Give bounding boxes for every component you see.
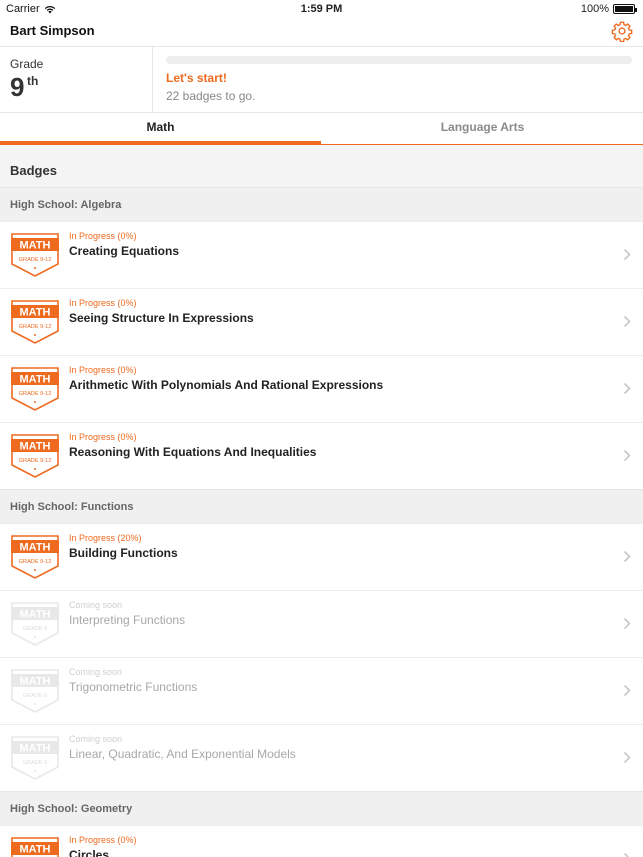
subject-tabs: Math Language Arts xyxy=(0,113,643,145)
clock: 1:59 PM xyxy=(300,3,343,15)
section-header: High School: Functions xyxy=(0,489,643,523)
math-badge-icon: MATH GRADE 9 xyxy=(10,599,60,647)
section-header: High School: Algebra xyxy=(0,187,643,221)
chevron-right-icon xyxy=(623,382,631,395)
svg-text:MATH: MATH xyxy=(20,374,51,386)
svg-text:GRADE 9-12: GRADE 9-12 xyxy=(19,324,52,330)
badge-status: Coming soon xyxy=(69,734,123,744)
badge-status: In Progress (20%) xyxy=(69,533,142,543)
math-badge-icon: MATH GRADE 9-12 xyxy=(10,364,60,412)
badge-title: Linear, Quadratic, And Exponential Model… xyxy=(69,747,296,761)
svg-text:GRADE 9: GRADE 9 xyxy=(23,760,48,766)
svg-text:GRADE 9-12: GRADE 9-12 xyxy=(19,559,52,565)
badge-status: In Progress (0%) xyxy=(69,365,137,375)
svg-text:MATH: MATH xyxy=(20,542,51,554)
badge-title: Building Functions xyxy=(69,546,178,560)
chevron-right-icon xyxy=(623,449,631,462)
badge-title: Circles xyxy=(69,848,110,857)
badge-title: Interpreting Functions xyxy=(69,613,186,627)
svg-text:GRADE 9: GRADE 9 xyxy=(23,693,48,699)
grade-suffix: th xyxy=(27,74,39,88)
badge-row[interactable]: MATH GRADE 9 Coming soon Trigonometric Func… xyxy=(0,657,643,724)
badge-row[interactable]: MATH GRADE 9-12 In Progress (0%) Creating E… xyxy=(0,221,643,288)
badge-status: In Progress (0%) xyxy=(69,231,137,241)
chevron-right-icon xyxy=(623,617,631,630)
start-message: Let's start! xyxy=(166,71,227,85)
grade-box: Grade 9 th xyxy=(0,47,153,113)
chevron-right-icon xyxy=(623,751,631,764)
student-name: Bart Simpson xyxy=(10,23,95,38)
math-badge-icon: MATH GRADE 9-12 xyxy=(10,532,60,580)
badge-title: Seeing Structure In Expressions xyxy=(69,311,254,325)
chevron-right-icon xyxy=(623,684,631,697)
svg-text:MATH: MATH xyxy=(20,240,51,252)
svg-text:GRADE 9-12: GRADE 9-12 xyxy=(19,458,52,464)
badge-row[interactable]: MATH GRADE 9 Coming soon Linear, Quadratic,… xyxy=(0,724,643,791)
badges-heading: Badges xyxy=(0,145,643,187)
grade-label: Grade xyxy=(10,57,44,71)
math-badge-icon: MATH GRADE 9-12 xyxy=(10,230,60,278)
badge-title: Creating Equations xyxy=(69,244,180,258)
app-header: Bart Simpson xyxy=(0,20,643,46)
badge-row[interactable]: MATH GRADE 9-12 In Progress (20%) Building … xyxy=(0,523,643,590)
badge-row[interactable]: MATH GRADE 9 Coming soon Interpreting Funct… xyxy=(0,590,643,657)
svg-text:MATH: MATH xyxy=(20,307,51,319)
chevron-right-icon xyxy=(623,315,631,328)
badge-row[interactable]: MATH GRADE 9-12 In Progress (0%) Seeing Str… xyxy=(0,288,643,355)
grade-value: 9 xyxy=(10,72,25,102)
badge-title: Trigonometric Functions xyxy=(69,680,198,694)
battery-indicator: 100% xyxy=(580,3,637,15)
badge-status: In Progress (0%) xyxy=(69,835,137,845)
badge-row[interactable]: MATH GRADE 9-12 In Progress (0%) Reasoning … xyxy=(0,422,643,489)
math-badge-icon: MATHGRADE 9-12 xyxy=(10,834,60,857)
status-bar: Carrier 1:59 PM 100% xyxy=(0,0,643,20)
badges-list: Badges High School: Algebra MATH GRADE 9-1… xyxy=(0,145,643,857)
section-header: High School: Geometry xyxy=(0,791,643,825)
chevron-right-icon xyxy=(623,248,631,261)
battery-icon xyxy=(613,4,637,14)
battery-percent: 100% xyxy=(580,3,609,15)
tab-language-arts[interactable]: Language Arts xyxy=(322,113,643,144)
badge-status: In Progress (0%) xyxy=(69,298,137,308)
svg-text:MATH: MATH xyxy=(20,743,51,755)
math-badge-icon: MATH GRADE 9 xyxy=(10,733,60,781)
svg-text:MATH: MATH xyxy=(20,441,51,453)
badge-title: Arithmetic With Polynomials And Rational… xyxy=(69,378,384,392)
gear-icon[interactable] xyxy=(611,20,633,42)
svg-text:MATH: MATH xyxy=(20,844,51,856)
math-badge-icon: MATH GRADE 9-12 xyxy=(10,297,60,345)
math-badge-icon: MATH GRADE 9 xyxy=(10,666,60,714)
svg-text:GRADE 9-12: GRADE 9-12 xyxy=(19,391,52,397)
svg-text:GRADE 9: GRADE 9 xyxy=(23,626,48,632)
tab-math[interactable]: Math xyxy=(0,113,321,145)
badge-row[interactable]: MATH GRADE 9-12 In Progress (0%) Arithmetic… xyxy=(0,355,643,422)
svg-text:MATH: MATH xyxy=(20,676,51,688)
badge-status: In Progress (0%) xyxy=(69,432,137,442)
badge-title: Reasoning With Equations And Inequalitie… xyxy=(69,445,317,459)
chevron-right-icon xyxy=(623,852,630,857)
chevron-right-icon xyxy=(623,550,631,563)
svg-text:MATH: MATH xyxy=(20,609,51,621)
math-badge-icon: MATH GRADE 9-12 xyxy=(10,431,60,479)
badge-row[interactable]: MATHGRADE 9-12 In Progress (0%) Circles xyxy=(0,825,643,857)
progress-bar xyxy=(166,56,632,64)
badges-to-go: 22 badges to go. xyxy=(166,89,256,103)
svg-text:GRADE 9-12: GRADE 9-12 xyxy=(19,257,52,263)
badge-status: Coming soon xyxy=(69,667,123,677)
badge-status: Coming soon xyxy=(69,600,123,610)
grade-summary: Grade 9 th Let's start! 22 badges to go. xyxy=(0,46,643,113)
